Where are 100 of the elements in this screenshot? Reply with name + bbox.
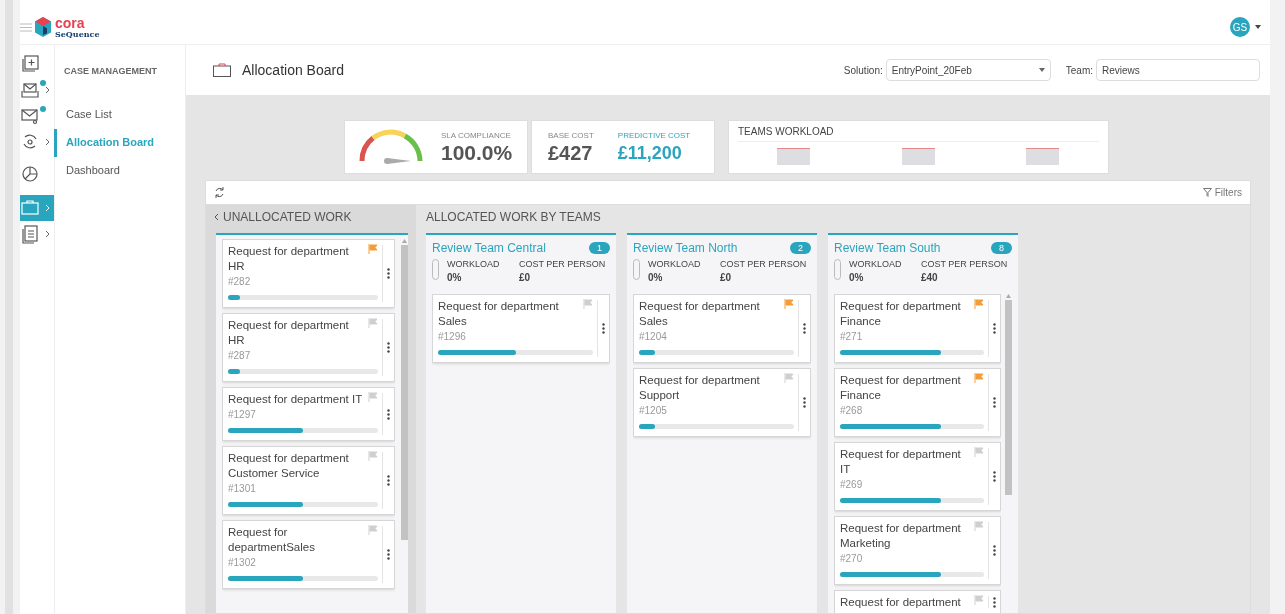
case-number: #1301 — [228, 482, 257, 496]
predictive-cost-label: PREDICTIVE COST — [617, 130, 691, 142]
case-number: #271 — [840, 330, 864, 344]
workload-label: WORKLOAD — [849, 259, 903, 270]
brand-subtitle: SeQuence — [55, 30, 100, 38]
workload-value: 0% — [849, 271, 865, 285]
case-card[interactable]: Request for department Sales #1296 — [432, 294, 610, 363]
page-title: Allocation Board — [242, 60, 344, 80]
case-card[interactable]: Request for department Customer Service #1301 — [222, 446, 395, 515]
base-cost-label: BASE COST — [548, 130, 594, 142]
cost-label: COST PER PERSON — [921, 259, 1008, 270]
sla-value: 100.0% — [441, 142, 513, 164]
card-title: Request for department IT — [840, 447, 962, 477]
case-card[interactable]: Request for department — [834, 590, 1001, 613]
case-number: #1297 — [228, 408, 257, 422]
gauge-icon — [357, 128, 425, 166]
case-card[interactable]: Request for department IT #1297 — [222, 387, 395, 441]
case-number: #287 — [228, 349, 252, 363]
briefcase-icon — [213, 63, 231, 77]
workload-value: 0% — [447, 271, 463, 285]
cost-value: £0 — [519, 271, 532, 285]
case-number: #1205 — [639, 404, 668, 418]
nav-item[interactable]: Case List — [54, 100, 185, 129]
nav-heading: CASE MANAGEMENT — [63, 65, 158, 78]
more-icon[interactable] — [387, 342, 390, 353]
card-title: Request for department Finance — [840, 299, 962, 329]
inbox-icon — [21, 80, 40, 100]
caret-icon[interactable] — [1254, 24, 1262, 30]
more-icon[interactable] — [993, 471, 996, 482]
allocated-title: ALLOCATED WORK BY TEAMS — [426, 209, 601, 226]
card-title: Request for department — [840, 595, 962, 610]
count-badge: 1 — [589, 242, 610, 254]
solution-select[interactable]: EntryPoint_20Feb — [885, 59, 1051, 81]
card-title: Request for department HR — [228, 318, 350, 348]
case-card[interactable]: Request for departmentSales #1302 — [222, 520, 395, 589]
cost-label: COST PER PERSON — [519, 259, 606, 270]
card-title: Request for department Finance — [840, 373, 962, 403]
workload-value: 0% — [648, 271, 664, 285]
card-title: Request for department IT — [228, 392, 364, 407]
chevron-right-icon[interactable] — [45, 230, 50, 238]
team-field[interactable]: Reviews — [1096, 59, 1260, 81]
team-label: Team: — [1065, 63, 1093, 78]
case-number: #270 — [840, 552, 864, 566]
chevron-right-icon[interactable] — [45, 138, 50, 146]
logo-icon — [35, 17, 51, 37]
predictive-cost-value: £11,200 — [617, 142, 683, 164]
card-title: Request for departmentSales — [228, 525, 316, 555]
more-icon[interactable] — [387, 408, 390, 420]
more-icon[interactable] — [803, 323, 806, 334]
card-title: Request for department Customer Service — [228, 451, 350, 481]
mail-icon — [21, 106, 40, 126]
case-card[interactable]: Request for department Sales #1204 — [633, 294, 811, 363]
case-number: #282 — [228, 275, 252, 289]
filters-button[interactable]: Filters — [1214, 185, 1242, 200]
more-icon[interactable] — [993, 545, 996, 556]
cost-label: COST PER PERSON — [720, 259, 807, 270]
base-cost-value: £427 — [548, 142, 594, 164]
more-icon[interactable] — [993, 323, 996, 334]
more-icon[interactable] — [993, 397, 996, 408]
more-icon[interactable] — [993, 596, 996, 608]
more-icon[interactable] — [387, 549, 390, 560]
more-icon[interactable] — [803, 397, 806, 408]
card-title: Request for department Sales — [639, 299, 761, 329]
case-number: #1296 — [438, 330, 467, 344]
workload-label: WORKLOAD — [447, 259, 501, 270]
solution-label: Solution: — [843, 63, 883, 78]
count-badge: 8 — [991, 242, 1012, 254]
case-card[interactable]: Request for department Support #1205 — [633, 368, 811, 437]
case-number: #1204 — [639, 330, 668, 344]
case-card[interactable]: Request for department Marketing #270 — [834, 516, 1001, 585]
caret-icon — [1038, 68, 1045, 72]
chevron-left-icon[interactable] — [214, 213, 219, 221]
cost-value: £0 — [720, 271, 733, 285]
pie-chart-icon — [21, 164, 40, 184]
chevron-right-icon[interactable] — [45, 86, 50, 94]
refresh-icon[interactable] — [214, 187, 225, 198]
more-icon[interactable] — [387, 268, 390, 279]
count-badge: 2 — [790, 242, 811, 254]
more-icon[interactable] — [602, 323, 605, 334]
nav-item[interactable]: Dashboard — [54, 156, 185, 185]
case-card[interactable]: Request for department IT #269 — [834, 442, 1001, 511]
briefcase-icon — [21, 198, 40, 218]
case-card[interactable]: Request for department Finance #268 — [834, 368, 1001, 437]
case-card[interactable]: Request for department Finance #271 — [834, 294, 1001, 363]
document-icon — [21, 224, 40, 244]
unallocated-title: UNALLOCATED WORK — [223, 209, 352, 226]
workload-label: WORKLOAD — [648, 259, 702, 270]
case-number: #1302 — [228, 556, 257, 570]
card-title: Request for department HR — [228, 244, 350, 274]
plus-square-icon — [21, 54, 40, 74]
card-title: Request for department Sales — [438, 299, 560, 329]
case-number: #268 — [840, 404, 864, 418]
case-number: #269 — [840, 478, 864, 492]
brand-name: cora — [55, 16, 86, 30]
filter-icon[interactable] — [1202, 188, 1212, 197]
case-card[interactable]: Request for department HR #282 — [222, 239, 395, 308]
cost-value: £40 — [921, 271, 939, 285]
workload-title: TEAMS WORKLOAD — [738, 124, 1099, 142]
more-icon[interactable] — [387, 475, 390, 486]
case-card[interactable]: Request for department HR #287 — [222, 313, 395, 382]
